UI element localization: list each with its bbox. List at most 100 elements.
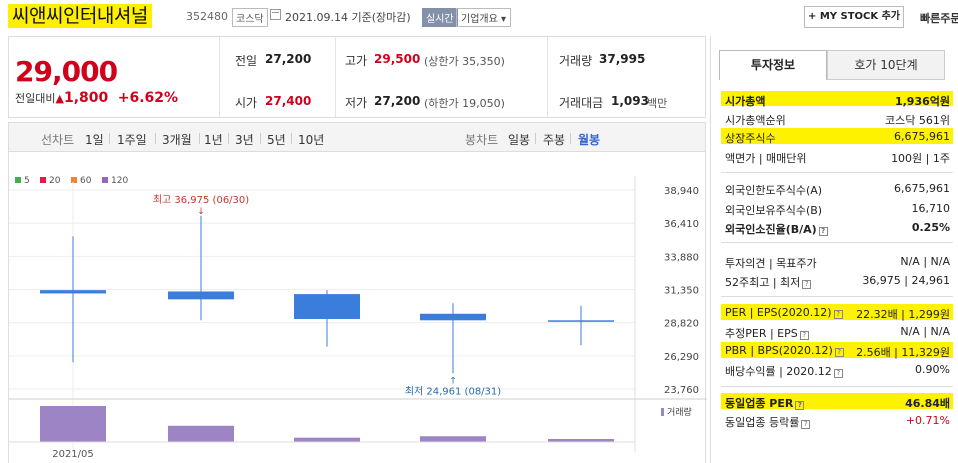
sector-change-value: +0.71%: [905, 414, 950, 427]
candlestick-chart[interactable]: 5 20 60 120 23,760 26,290 28,820 31,350 33,880 36…: [9, 152, 707, 463]
company-name[interactable]: 씨앤씨인터내셔널: [8, 4, 152, 28]
up-arrow-icon: ↑: [449, 376, 457, 386]
volume-value: 37,995: [599, 52, 646, 66]
open-value: 27,400: [265, 94, 312, 108]
foreign-ratio-value: 0.25%: [911, 221, 950, 234]
est-per-row: 추정PER | EPS?: [725, 325, 809, 341]
tab-monthly[interactable]: 월봉: [578, 131, 600, 148]
shares-label: 상장주식수: [725, 132, 776, 145]
amount-unit: 백만: [647, 97, 668, 110]
tab-order-book-10[interactable]: 호가 10단계: [827, 50, 945, 80]
y-tick-label: 33,880: [664, 252, 699, 263]
tab-10year[interactable]: 10년: [298, 131, 324, 148]
week52-label: 52주최고 | 최저: [725, 276, 801, 289]
upper-limit: (상한가 35,350): [424, 55, 505, 68]
opinion-value: N/A | N/A: [900, 255, 950, 268]
tab-1day[interactable]: 1일: [85, 131, 104, 148]
tab-3month[interactable]: 3개월: [162, 131, 192, 148]
help-icon[interactable]: ?: [818, 227, 828, 236]
stock-header: 씨앤씨인터내셔널 352480 코스닥 2021.09.14 기준(장마감) 실…: [0, 0, 958, 34]
line-chart-label: 선차트: [41, 133, 75, 147]
tab-weekly[interactable]: 주봉: [543, 131, 565, 148]
base-date: 2021.09.14 기준(장마감): [285, 11, 411, 24]
foreign-hold-label: 외국인보유주식수(B): [725, 204, 823, 217]
pbr-period: (2020.12): [778, 344, 833, 357]
tab-investment-info[interactable]: 투자정보: [719, 50, 827, 80]
sector-change-row: 동일업종 등락률?: [725, 414, 811, 430]
help-icon[interactable]: ?: [802, 280, 812, 289]
tab-1week[interactable]: 1주일: [117, 131, 147, 148]
max-price-annotation: 최고 36,975 (06/30): [153, 194, 249, 206]
open-label: 시가: [235, 96, 258, 110]
pbr-row: PBR | BPS(2020.12)?: [725, 344, 844, 357]
help-icon[interactable]: ?: [833, 369, 843, 378]
sector-per-value: 46.84배: [905, 397, 950, 410]
chevron-down-icon: ▾: [501, 14, 507, 25]
company-overview-label: 기업개요: [461, 14, 498, 25]
per-label: PER | EPS: [725, 306, 778, 319]
divider: [721, 242, 953, 243]
help-icon[interactable]: ?: [801, 420, 811, 429]
week52-value: 36,975 | 24,961: [862, 274, 950, 287]
tab-divider: [570, 133, 571, 144]
y-tick-label: 36,410: [664, 219, 699, 230]
tab-1year[interactable]: 1년: [204, 131, 223, 148]
legend-swatch: [71, 177, 77, 183]
foreign-limit-value: 6,675,961: [894, 182, 950, 195]
help-icon[interactable]: ?: [834, 348, 844, 357]
legend-label: 20: [49, 176, 61, 186]
legend-label: 5: [24, 176, 30, 186]
tab-divider: [535, 133, 536, 144]
tab-divider: [260, 133, 261, 144]
tab-3year[interactable]: 3년: [235, 131, 254, 148]
tab-divider: [109, 133, 110, 144]
tab-divider: [291, 133, 292, 144]
company-overview-dropdown[interactable]: 기업개요 ▾: [456, 8, 512, 27]
up-arrow-icon: ▲: [55, 92, 64, 105]
stock-code: 352480: [186, 10, 228, 23]
candle-body: [168, 291, 234, 300]
foreign-limit-label: 외국인한도주식수(A): [725, 184, 823, 197]
legend-swatch: [102, 177, 108, 183]
divider: [721, 296, 953, 297]
candle-chart-label: 봉차트: [465, 133, 499, 147]
sector-per-row: 동일업종 PER?: [725, 395, 805, 411]
candle-body: [294, 294, 360, 319]
dividend-value: 0.90%: [915, 363, 950, 376]
foreign-ratio-label: 외국인소진율(B/A): [725, 223, 817, 236]
change-amount: 1,800: [63, 90, 109, 106]
dividend-row: 배당수익률 | 2020.12?: [725, 363, 843, 379]
tab-5year[interactable]: 5년: [267, 131, 286, 148]
realtime-button[interactable]: 실시간: [422, 8, 458, 27]
foreign-ratio-row: 외국인소진율(B/A)?: [725, 221, 828, 237]
volume-legend-swatch: [661, 408, 664, 416]
legend-label: 120: [111, 176, 128, 186]
est-per-label: 추정PER | EPS: [725, 327, 798, 340]
per-value: 22.32배 | 1,299원: [856, 308, 950, 321]
candle-body: [40, 290, 106, 294]
current-price: 29,000: [15, 55, 118, 88]
tab-daily[interactable]: 일봉: [508, 131, 530, 148]
prev-close-value: 27,200: [265, 52, 312, 66]
volume-bar: [40, 406, 106, 442]
sector-per-label: 동일업종 PER: [725, 397, 794, 410]
est-per-value: N/A | N/A: [900, 325, 950, 338]
chart-period-tabs: 선차트 1일 1주일 3개월 1년 3년 5년 10년 봉차트 일봉 주봉 월봉: [8, 122, 706, 152]
help-icon[interactable]: ?: [795, 401, 805, 410]
volume-bar: [420, 436, 486, 442]
y-tick-label: 28,820: [664, 319, 699, 330]
change-label: 전일대비: [15, 92, 56, 105]
quick-order-button[interactable]: 빠른주문: [920, 10, 958, 26]
legend-swatch: [40, 177, 46, 183]
foreign-hold-value: 16,710: [911, 202, 951, 215]
calendar-icon[interactable]: [270, 9, 281, 20]
add-my-stock-button[interactable]: + MY STOCK 추가: [804, 6, 904, 28]
divider: [547, 37, 548, 117]
prev-close-label: 전일: [235, 54, 258, 68]
min-price-annotation: 최저 24,961 (08/31): [405, 385, 501, 397]
help-icon[interactable]: ?: [799, 331, 809, 340]
market-cap-rank-value: 코스닥 561위: [885, 114, 950, 127]
help-icon[interactable]: ?: [833, 310, 843, 319]
divider: [721, 172, 953, 173]
tab-divider: [155, 133, 156, 144]
